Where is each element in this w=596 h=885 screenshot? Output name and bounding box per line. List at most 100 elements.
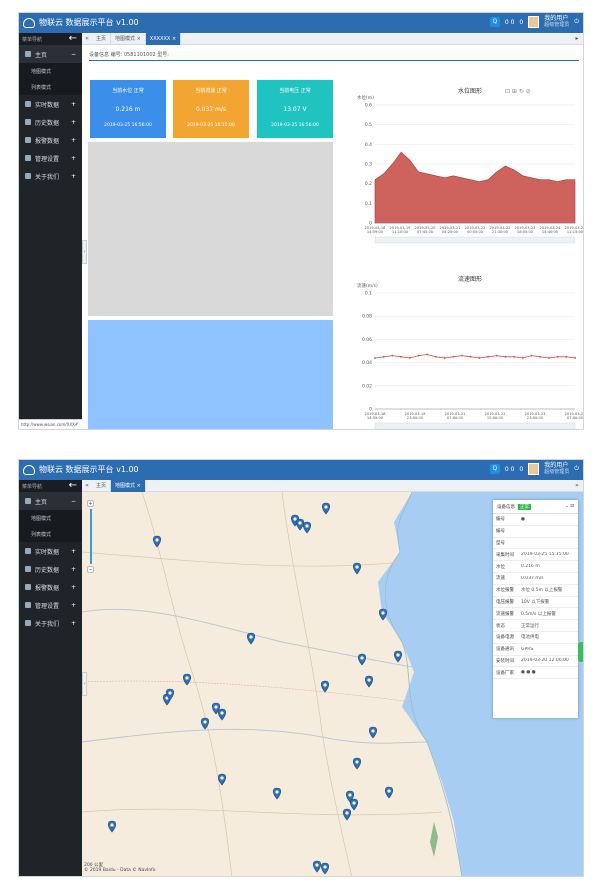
x-tick-label: 18:05:00 — [517, 230, 534, 234]
info-key: 编号 — [496, 529, 505, 535]
tab-device[interactable]: XXXXXX × — [145, 32, 182, 45]
info-row: 设备电源 电池供电 — [493, 632, 578, 644]
message-count[interactable]: 0 — [519, 19, 523, 26]
x-tick-label: 04:20:00 — [442, 230, 459, 234]
logout-icon[interactable]: ⏻ — [574, 18, 579, 26]
y-axis-label: 水位(m) — [357, 94, 374, 101]
sidebar-item-about[interactable]: 关于我们 + — [19, 167, 82, 185]
tab-scroll-right-icon[interactable]: ▸ — [571, 35, 583, 42]
x-tick-label: 15:00:00 — [487, 416, 504, 420]
user-role: 超级管理员 — [544, 22, 570, 28]
sidebar-item-label: 报警数据 — [35, 137, 60, 145]
info-value: ● — [521, 516, 525, 522]
data-point — [434, 355, 437, 358]
map-marker-dot — [355, 760, 359, 764]
sidebar-item-home[interactable]: 主页 − — [19, 45, 82, 63]
info-icon — [25, 620, 31, 626]
sidebar-item-history[interactable]: 历史数据 + — [19, 113, 82, 131]
sidebar-item-settings[interactable]: 管理设置 + — [19, 596, 82, 614]
zoom-slider[interactable] — [89, 509, 92, 564]
map-marker-dot — [203, 720, 207, 724]
side-collapse-handle[interactable]: › — [82, 240, 87, 264]
data-point — [487, 355, 489, 358]
map-marker-dot — [168, 691, 172, 695]
map-view[interactable]: + − 设备信息 正常 ⌄ ⊡ 编号 ● 编号 型号 采集时间 2019-03-25 15… — [82, 492, 583, 876]
tab-map-mode[interactable]: 地图模式 × — [111, 479, 146, 492]
map-marker-dot — [371, 729, 375, 733]
collapse-arrow-icon[interactable]: ← — [69, 480, 77, 492]
data-point — [452, 355, 455, 358]
search-icon[interactable]: Q — [489, 464, 500, 474]
sidebar-item-realtime[interactable]: 实时数据 + — [19, 542, 82, 560]
data-point — [504, 355, 507, 358]
sidebar-item-label: 实时数据 — [35, 101, 60, 109]
cloud-icon — [25, 548, 31, 554]
zoom-in-button[interactable]: + — [87, 500, 94, 507]
avatar[interactable] — [528, 16, 540, 28]
plus-icon: + — [70, 118, 76, 126]
user-menu[interactable]: 我的用户 超级管理员 — [544, 463, 570, 476]
user-role: 超级管理员 — [544, 469, 570, 475]
info-row: 状态 正常运行 — [493, 620, 578, 632]
sidebar-item-map-mode[interactable]: 地图模式 — [19, 510, 82, 526]
app-brand[interactable]: 物联云 数据展示平台 v1.00 — [23, 17, 139, 28]
tab-map-mode[interactable]: 地图模式 × — [111, 32, 146, 45]
minus-icon: − — [70, 50, 76, 58]
sidebar-item-history[interactable]: 历史数据 + — [19, 560, 82, 578]
avatar[interactable] — [528, 463, 540, 475]
data-zoom-slider — [374, 422, 576, 429]
zoom-out-button[interactable]: − — [87, 566, 94, 573]
sidebar-item-map-mode[interactable]: 地图模式 — [19, 63, 82, 79]
sidebar-item-list-mode[interactable]: 列表模式 — [19, 79, 82, 95]
sidebar-header: 菜单导航 ← — [19, 33, 82, 45]
sidebar-item-label: 管理设置 — [35, 602, 60, 610]
info-key: 电压报警 — [496, 599, 514, 605]
sidebar-item-realtime[interactable]: 实时数据 + — [19, 95, 82, 113]
tab-scroll-right-icon[interactable]: » — [571, 482, 583, 489]
side-tool-tab[interactable] — [578, 642, 583, 662]
data-point — [539, 355, 542, 358]
table-icon — [25, 137, 31, 143]
status-url: http://www.wsian.com/XXX# — [19, 419, 82, 429]
info-key: 流速 — [496, 576, 505, 582]
x-tick-label: 14:59:00 — [367, 416, 384, 420]
data-point — [513, 355, 516, 358]
sidebar-item-settings[interactable]: 管理设置 + — [19, 149, 82, 167]
user-menu[interactable]: 我的用户 超级管理员 — [544, 16, 570, 29]
sidebar-item-label: 报警数据 — [35, 584, 60, 592]
close-icon[interactable]: ⌄ ⊡ — [565, 504, 574, 509]
x-tick-label: 07:00:00 — [447, 416, 464, 420]
bar-chart-icon — [25, 566, 31, 572]
map-scale: 200 公里 © 2019 Baidu - Data © NavInfo — [84, 862, 156, 873]
y-tick-label: 0.6 — [365, 103, 372, 109]
collapse-arrow-icon[interactable]: ← — [69, 33, 77, 45]
logout-icon[interactable]: ⏻ — [574, 465, 579, 473]
search-icon[interactable]: Q — [489, 17, 500, 27]
plus-icon: + — [70, 172, 76, 180]
sidebar-item-list-mode[interactable]: 列表模式 — [19, 526, 82, 542]
info-value: 2019-03-20 12:00:00 — [521, 658, 569, 664]
data-point — [521, 357, 524, 359]
device-info-header: 设备信息 编号: 0581101002 型号: — [89, 49, 579, 61]
info-key: 水位报警 — [496, 588, 514, 594]
tab-home[interactable]: 主页 — [92, 32, 112, 45]
message-count[interactable]: 0 — [519, 466, 523, 473]
sidebar-item-about[interactable]: 关于我们 + — [19, 614, 82, 632]
app-brand[interactable]: 物联云 数据展示平台 v1.00 — [23, 464, 139, 475]
info-value: 电池供电 — [521, 635, 539, 641]
side-collapse-handle[interactable]: › — [82, 672, 87, 696]
tab-scroll-left-icon[interactable]: « — [82, 482, 92, 489]
y-tick-label: 0.06 — [362, 337, 372, 343]
sidebar-item-alarm[interactable]: 报警数据 + — [19, 578, 82, 596]
notification-count[interactable]: 0 0 — [505, 19, 515, 26]
map-marker-dot — [275, 790, 279, 794]
tab-bar: « 主页 地图模式 × XXXXXX × ▸ — [82, 32, 583, 45]
notification-count[interactable]: 0 0 — [505, 466, 515, 473]
x-tick-label: 07:00:00 — [567, 416, 584, 420]
info-value: 0.5m/s 以上报警 — [521, 611, 556, 617]
data-point — [556, 355, 559, 358]
sidebar-item-home[interactable]: 主页 − — [19, 492, 82, 510]
tab-home[interactable]: 主页 — [92, 479, 112, 492]
sidebar-item-alarm[interactable]: 报警数据 + — [19, 131, 82, 149]
tab-scroll-left-icon[interactable]: « — [82, 35, 92, 42]
